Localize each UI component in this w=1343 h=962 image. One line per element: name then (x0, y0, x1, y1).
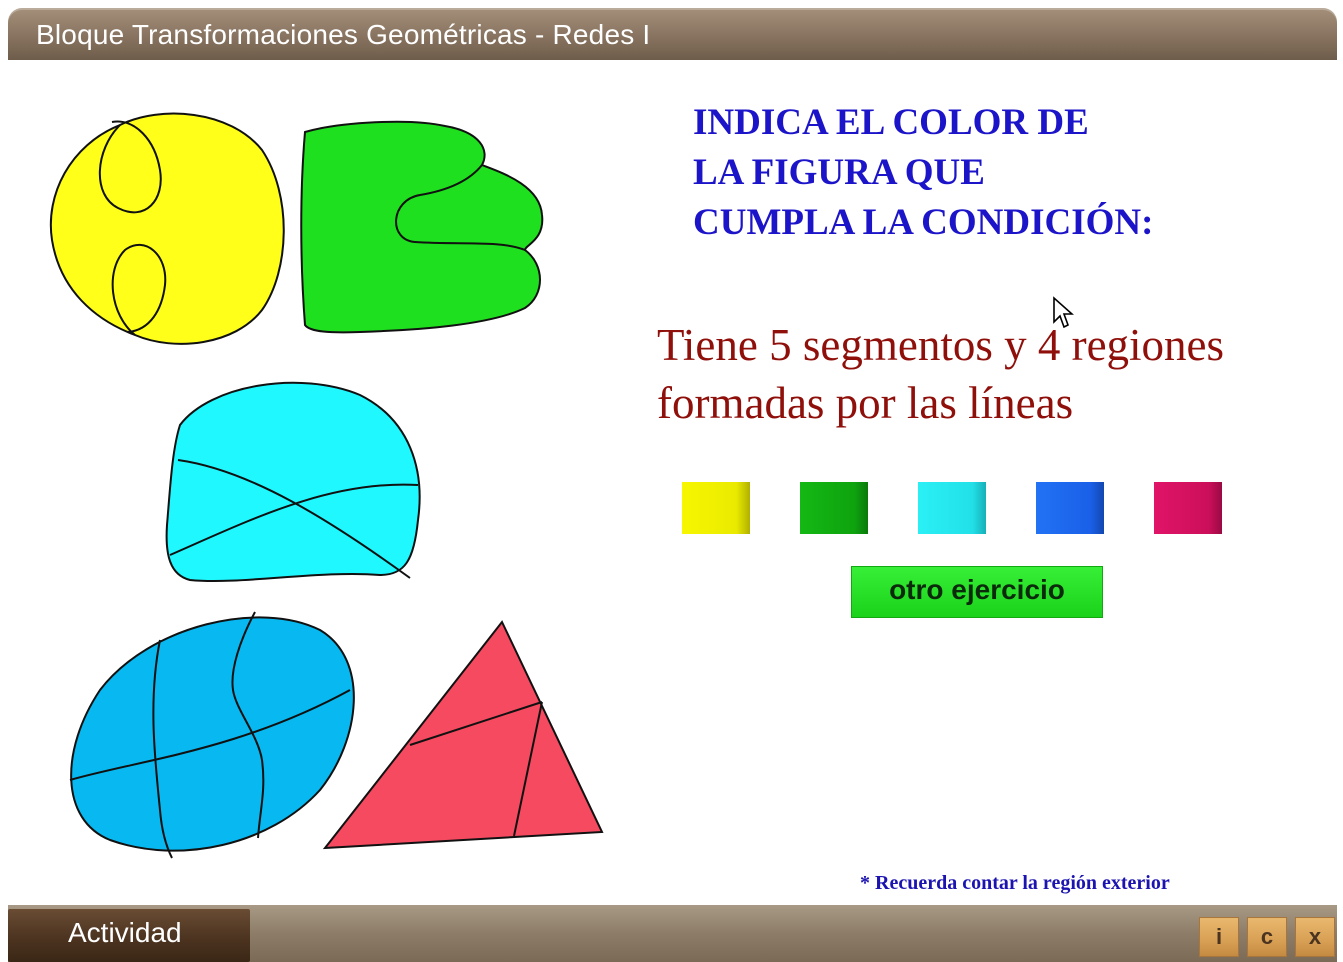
swatch-yellow[interactable] (682, 482, 750, 534)
instruction-line: INDICA EL COLOR DE (693, 102, 1089, 143)
condition-line: formadas por las líneas (657, 378, 1074, 428)
instruction-line: LA FIGURA QUE (693, 152, 985, 193)
instruction-text: INDICA EL COLOR DE LA FIGURA QUE CUMPLA … (693, 98, 1153, 248)
swatch-green[interactable] (800, 482, 868, 534)
activity-window: Bloque Transformaciones Geométricas - Re… (0, 0, 1343, 962)
swatch-cyan[interactable] (918, 482, 986, 534)
red-figure-outline (322, 620, 604, 850)
mouse-pointer-icon (1052, 296, 1075, 335)
figures-canvas (49, 112, 604, 859)
green-figure-outline (300, 120, 544, 334)
activity-tab[interactable]: Actividad (8, 909, 250, 962)
condition-text: Tiene 5 segmentos y 4 regiones formadas … (657, 316, 1224, 432)
instruction-line: CUMPLA LA CONDICIÓN: (693, 202, 1154, 243)
reminder-note: * Recuerda contar la región exterior (860, 872, 1170, 894)
blue-figure[interactable] (69, 611, 355, 859)
red-figure[interactable] (322, 620, 604, 850)
activity-label: Actividad (68, 917, 182, 948)
yellow-figure[interactable] (49, 112, 285, 345)
swatch-blue[interactable] (1036, 482, 1104, 534)
blue-figure-outline (70, 616, 355, 852)
swatch-magenta[interactable] (1154, 482, 1222, 534)
next-exercise-button[interactable]: otro ejercicio (851, 566, 1103, 618)
cyan-figure-outline (165, 381, 421, 583)
green-figure[interactable] (300, 120, 544, 334)
yellow-figure-outline (49, 112, 285, 345)
close-button[interactable]: x (1295, 917, 1335, 957)
cyan-figure[interactable] (165, 381, 421, 583)
info-button[interactable]: i (1199, 917, 1239, 957)
condition-line: Tiene 5 segmentos y 4 regiones (657, 320, 1225, 370)
credits-button[interactable]: c (1247, 917, 1287, 957)
